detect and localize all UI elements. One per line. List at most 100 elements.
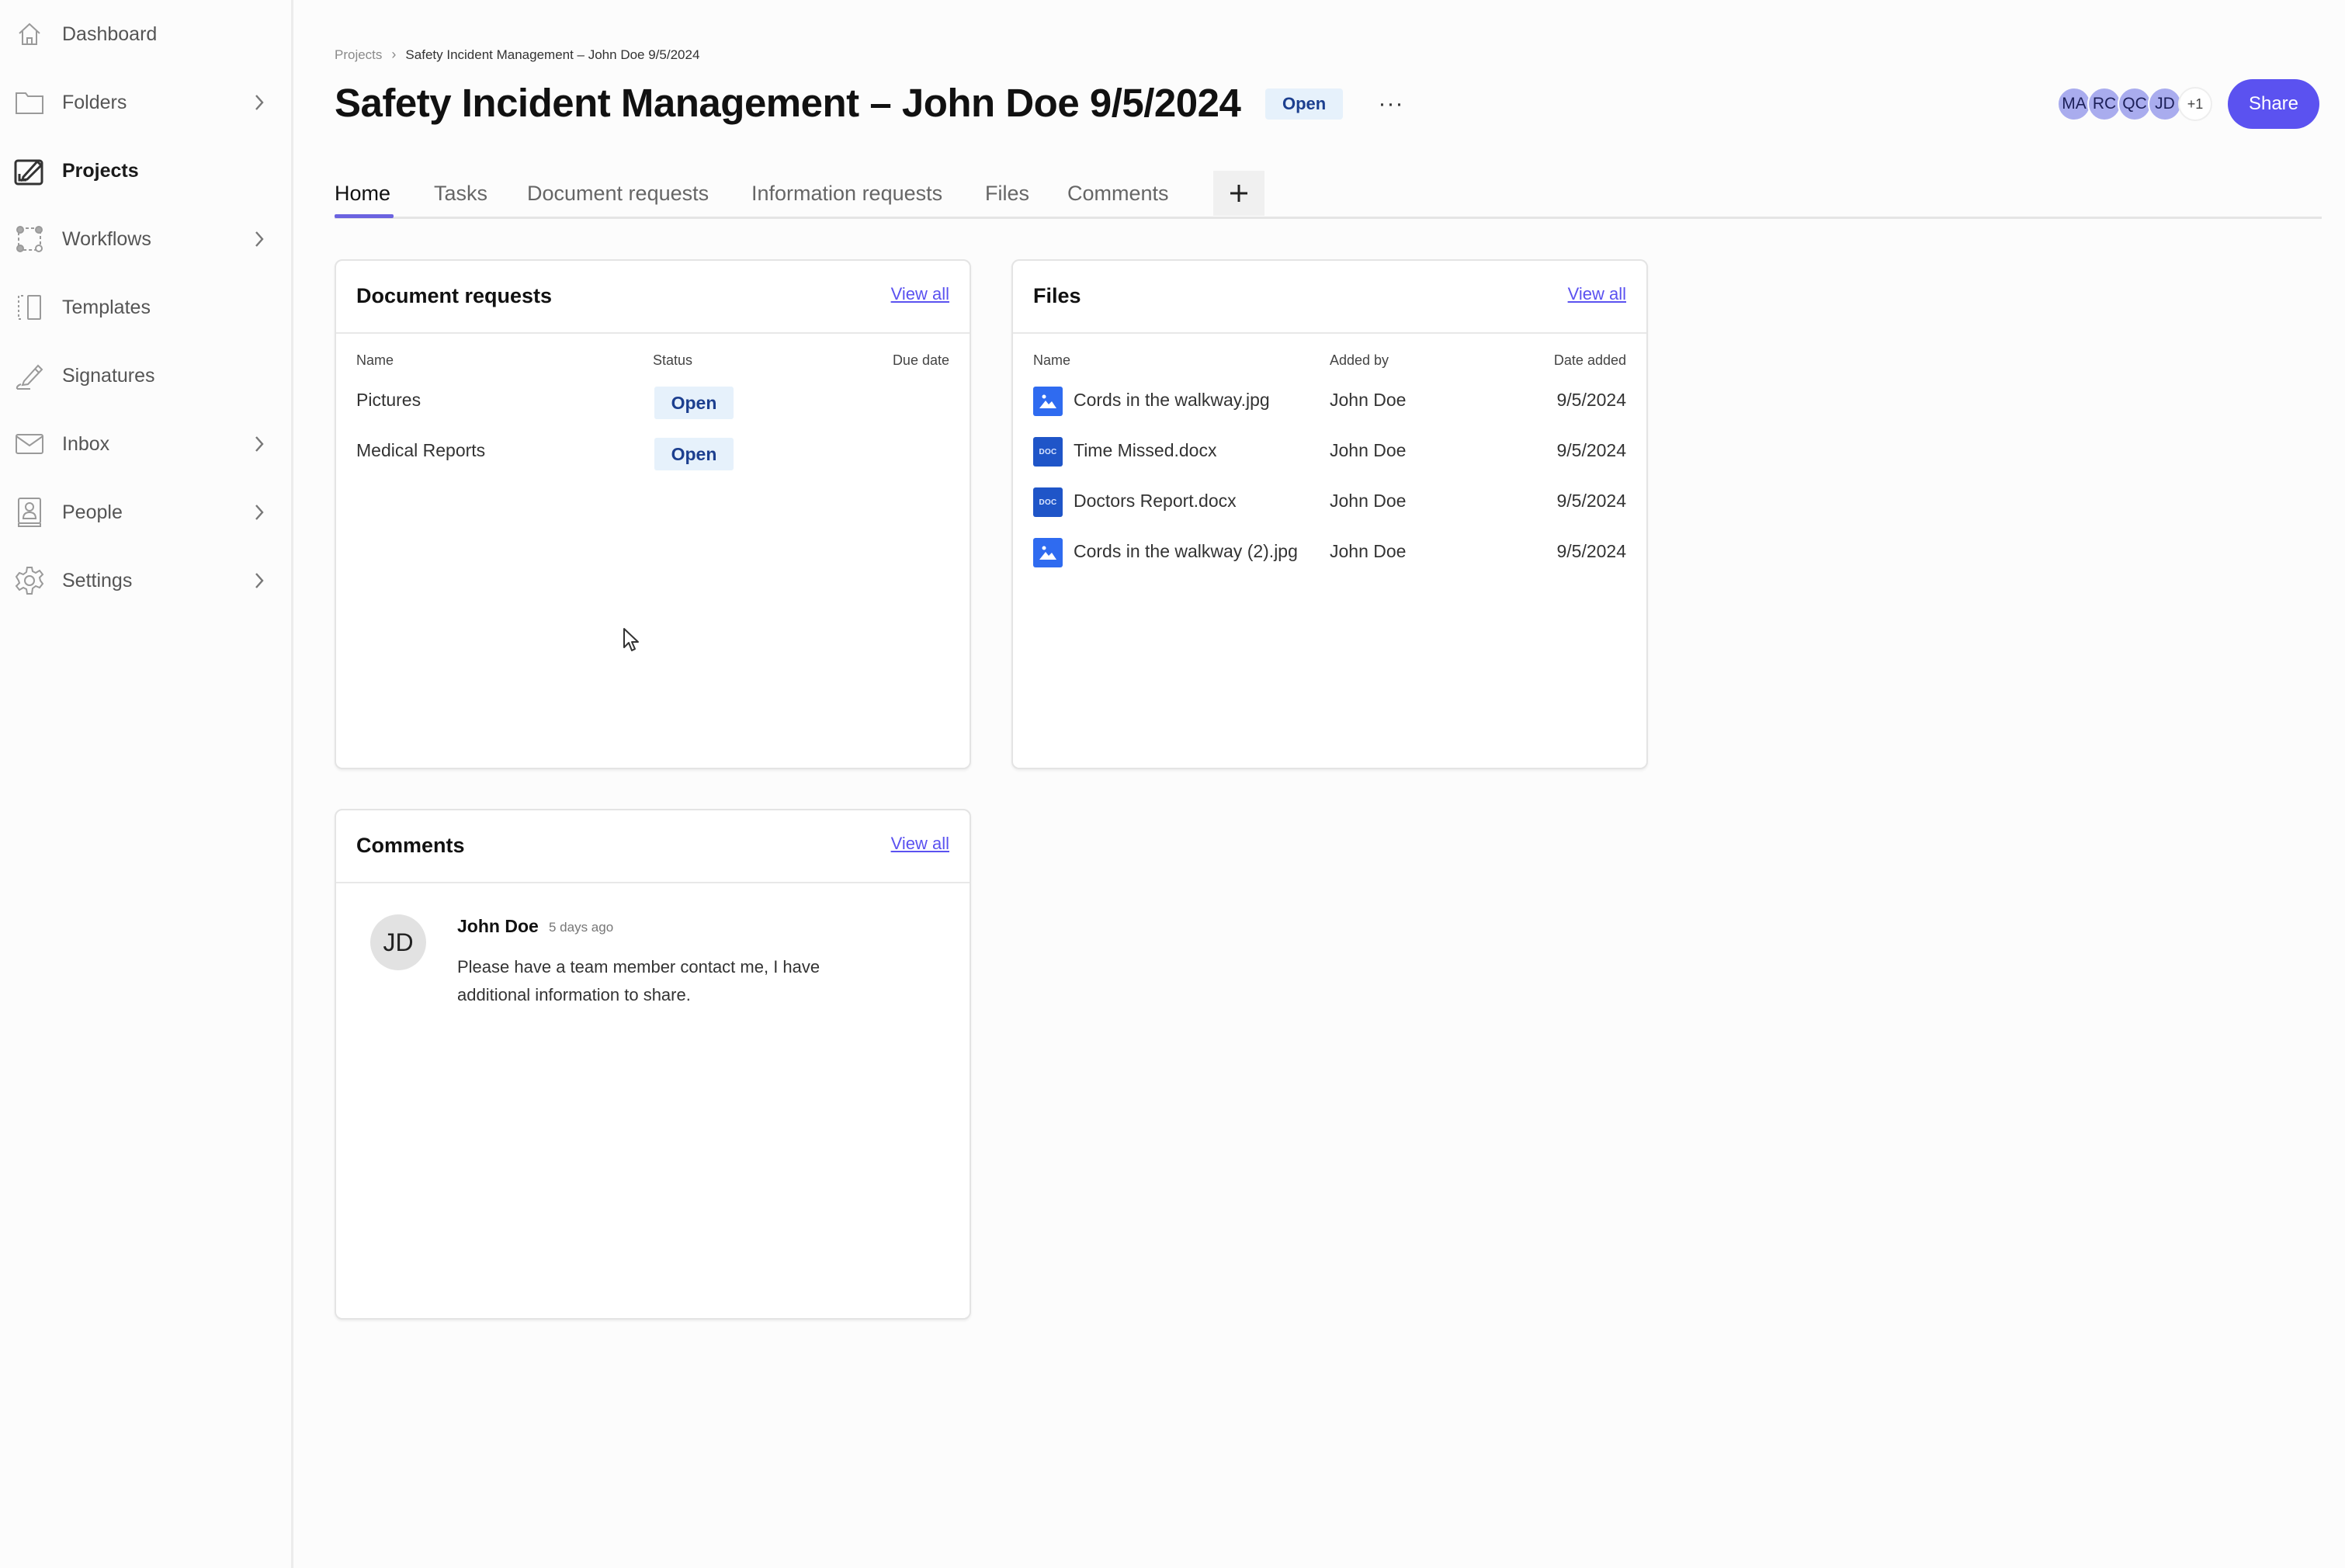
signature-pen-icon [14,360,45,391]
document-requests-card: Document requests View all Name Status D… [335,259,971,769]
sidebar-item-settings[interactable]: Settings [0,550,293,612]
sidebar-item-dashboard[interactable]: Dashboard [0,3,293,65]
tab-files[interactable]: Files [985,182,1029,206]
app: Dashboard Folders Projects Workflows Tem… [0,0,2345,1568]
sidebar-item-signatures[interactable]: Signatures [0,345,293,407]
file-added-by: John Doe [1330,541,1407,561]
chevron-right-icon [250,91,269,114]
collaborators-avatar-group[interactable]: MA RC QC JD +1 [2057,87,2212,121]
gear-icon [14,565,45,596]
column-header-name: Name [356,352,394,368]
file-date-added: 9/5/2024 [1556,541,1626,561]
file-added-by: John Doe [1330,440,1407,460]
image-file-icon [1033,538,1063,567]
avatar: JD [370,914,426,970]
status-badge: Open [654,438,734,470]
active-tab-indicator [335,214,394,218]
avatar[interactable]: QC [2118,87,2152,121]
tab-information-requests[interactable]: Information requests [751,182,942,206]
column-header-added-by: Added by [1330,352,1389,368]
tab-tasks[interactable]: Tasks [434,182,487,206]
sidebar-item-label: Projects [62,159,139,182]
comments-card: Comments View all JD John Doe 5 days ago… [335,809,971,1320]
view-all-link[interactable]: View all [1568,284,1626,304]
request-name[interactable]: Medical Reports [356,440,485,461]
folder-icon [14,87,45,118]
file-name[interactable]: Cords in the walkway (2).jpg [1074,541,1298,562]
chevron-right-icon [250,501,269,524]
card-title: Files [1033,284,1081,307]
file-date-added: 9/5/2024 [1556,390,1626,410]
sidebar-item-folders[interactable]: Folders [0,71,293,134]
card-header: Document requests View all [336,261,970,334]
file-date-added: 9/5/2024 [1556,491,1626,511]
plus-icon [1230,185,1247,202]
avatar[interactable]: JD [2148,87,2182,121]
sidebar-item-projects[interactable]: Projects [0,140,293,202]
status-badge: Open [1265,88,1344,120]
sidebar-item-label: Folders [62,91,127,113]
files-card: Files View all Name Added by Date added … [1011,259,1648,769]
envelope-icon [14,428,45,460]
add-tab-button[interactable] [1213,171,1264,216]
doc-file-icon: DOC [1033,437,1063,467]
templates-icon [14,292,45,323]
chevron-right-icon [250,432,269,456]
sidebar-item-label: Inbox [62,432,110,455]
column-header-date-added: Date added [1553,352,1626,368]
file-name[interactable]: Time Missed.docx [1074,440,1216,461]
sidebar-item-templates[interactable]: Templates [0,276,293,338]
file-name[interactable]: Doctors Report.docx [1074,491,1237,512]
projects-icon [14,155,45,186]
file-added-by: John Doe [1330,491,1407,511]
page-title: Safety Incident Management – John Doe 9/… [335,81,1241,125]
breadcrumb-separator: › [391,47,397,62]
breadcrumb-projects-link[interactable]: Projects [335,47,382,63]
share-button[interactable]: Share [2228,79,2319,129]
sidebar-item-label: People [62,501,123,523]
image-file-icon [1033,387,1063,416]
chevron-right-icon [250,227,269,251]
doc-file-icon: DOC [1033,487,1063,517]
comment-timestamp: 5 days ago [549,920,614,935]
view-all-link[interactable]: View all [891,284,949,304]
breadcrumb-current: Safety Incident Management – John Doe 9/… [405,47,700,62]
sidebar-item-label: Signatures [62,364,155,387]
sidebar-item-label: Workflows [62,227,151,250]
column-header-status: Status [653,352,693,368]
avatar[interactable]: RC [2087,87,2121,121]
avatar[interactable]: MA [2057,87,2091,121]
comment-author: John Doe [457,916,539,936]
file-date-added: 9/5/2024 [1556,440,1626,460]
more-options-button[interactable]: ··· [1374,87,1408,121]
workflows-icon [14,224,45,255]
file-added-by: John Doe [1330,390,1407,410]
contact-book-icon [14,497,45,528]
sidebar: Dashboard Folders Projects Workflows Tem… [0,0,293,1568]
tab-document-requests[interactable]: Document requests [527,182,709,206]
breadcrumb: Projects › Safety Incident Management – … [335,47,699,63]
home-icon [14,19,45,50]
tab-home[interactable]: Home [335,182,390,206]
card-title: Document requests [356,284,553,307]
column-header-name: Name [1033,352,1071,368]
chevron-right-icon [250,569,269,592]
status-badge: Open [654,387,734,419]
card-header: Comments View all [336,810,970,883]
column-header-due-date: Due date [892,352,949,368]
view-all-link[interactable]: View all [891,834,949,854]
mouse-cursor-icon [623,628,639,651]
sidebar-item-label: Dashboard [62,23,158,45]
sidebar-item-inbox[interactable]: Inbox [0,413,293,475]
card-header: Files View all [1013,261,1646,334]
comment-body: Please have a team member contact me, I … [457,957,820,1004]
tab-comments[interactable]: Comments [1067,182,1169,206]
sidebar-item-label: Templates [62,296,151,318]
sidebar-item-workflows[interactable]: Workflows [0,208,293,270]
tab-bar: Home Tasks Document requests Information… [335,171,2322,219]
file-name[interactable]: Cords in the walkway.jpg [1074,390,1270,411]
more-collaborators-badge[interactable]: +1 [2178,87,2212,121]
sidebar-item-people[interactable]: People [0,481,293,543]
card-title: Comments [356,834,465,857]
request-name[interactable]: Pictures [356,390,421,411]
